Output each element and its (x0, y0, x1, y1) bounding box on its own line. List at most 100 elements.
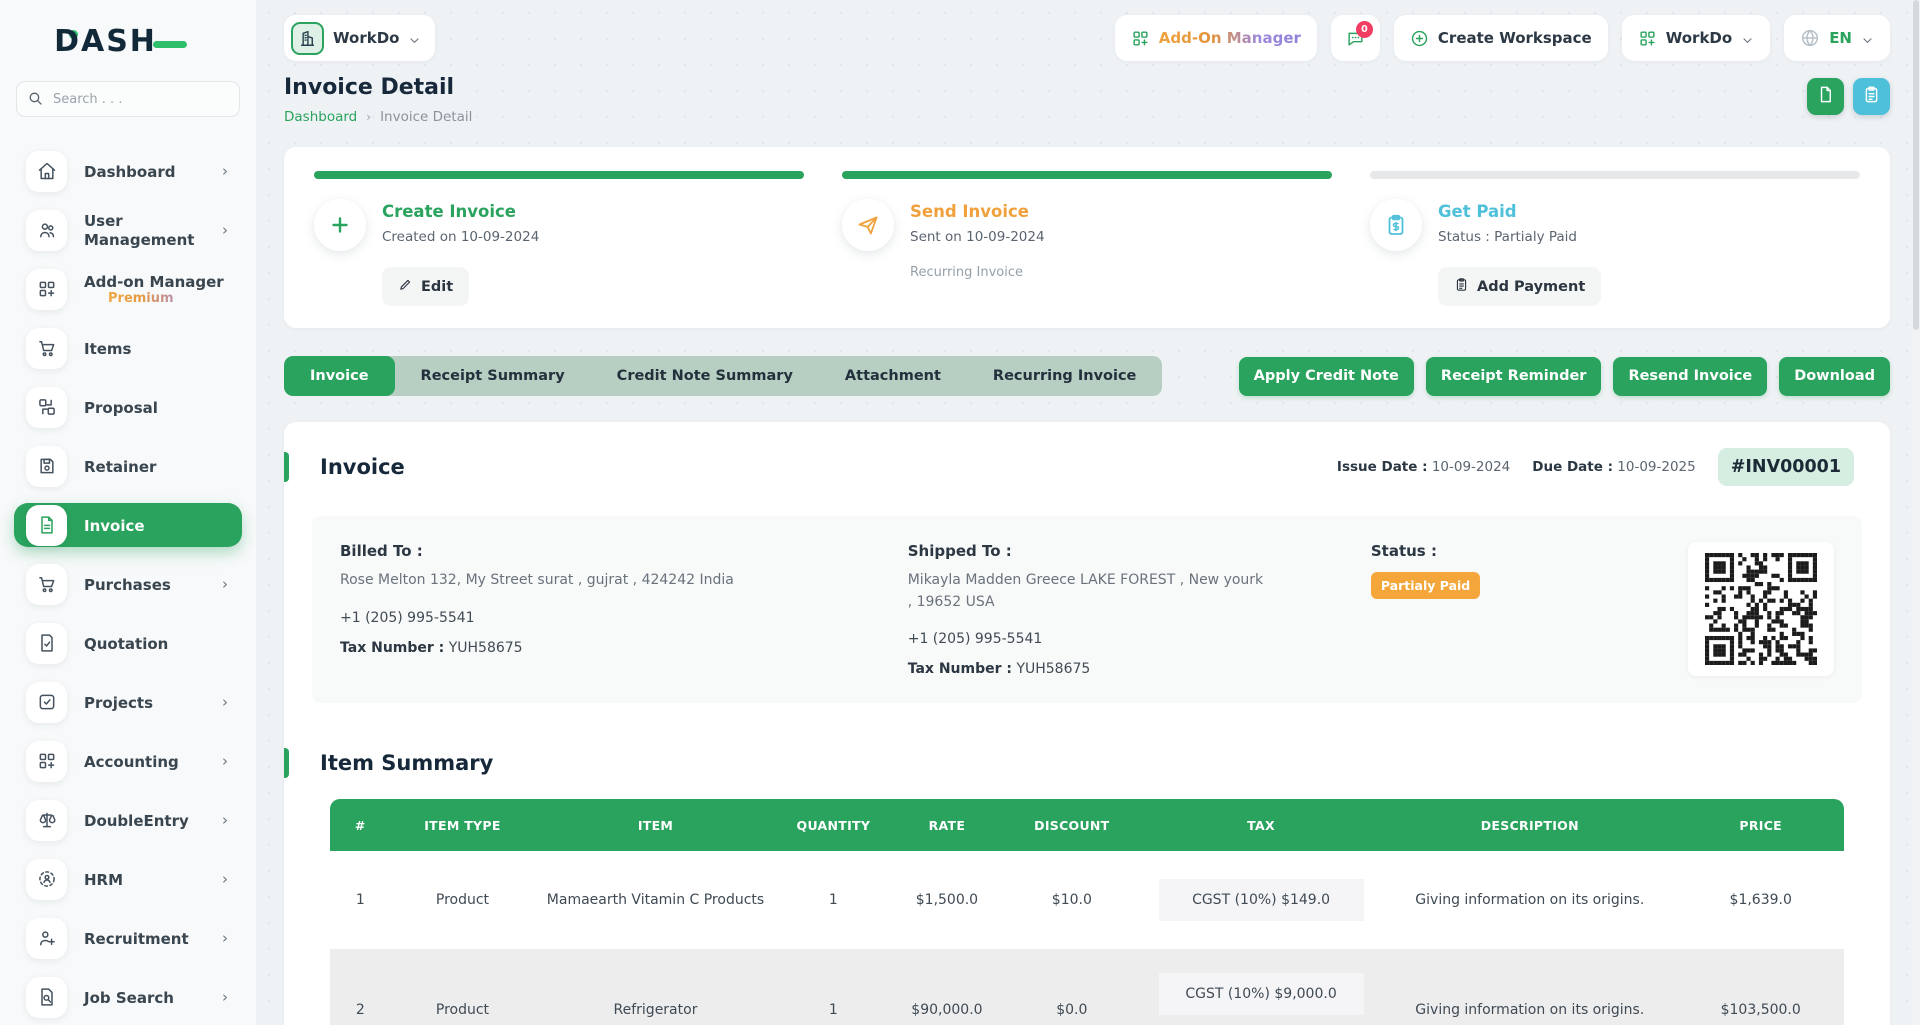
messages-button[interactable]: 0 (1331, 15, 1380, 61)
sidebar-item-label: Projects (84, 694, 153, 712)
table-cell: 2 (330, 949, 391, 1025)
table-cell: $90,000.0 (890, 949, 1004, 1025)
resend-invoice-button[interactable]: Resend Invoice (1613, 357, 1767, 396)
home-icon (26, 151, 67, 192)
sidebar-item-label: Proposal (84, 399, 158, 417)
building-icon (291, 22, 324, 55)
progress-bar (1370, 171, 1860, 179)
tab-receipt-summary[interactable]: Receipt Summary (395, 356, 591, 396)
table-cell: Mamaearth Vitamin C Products (534, 851, 776, 949)
sidebar-item-invoice[interactable]: Invoice (14, 503, 242, 547)
item-summary-table: #ITEM TYPEITEMQUANTITYRATEDISCOUNTTAXDES… (330, 799, 1844, 1025)
sidebar-item-label: Job Search (84, 989, 174, 1007)
shipped-tax-number: Tax Number : YUH58675 (908, 661, 1268, 677)
swap-icon (26, 387, 67, 428)
workdo-label: WorkDo (1666, 29, 1732, 47)
step-send-invoice: Send Invoice Sent on 10-09-2024 Recurrin… (842, 171, 1332, 306)
column-header: # (330, 799, 391, 851)
sidebar-item-add-on-manager[interactable]: Add-on ManagerPremium (14, 267, 242, 311)
tax-value: CGST (10%) $9,000.0 (1159, 973, 1364, 1015)
sidebar-item-recruitment[interactable]: Recruitment› (14, 916, 242, 960)
grid-plus-icon (1131, 29, 1150, 48)
table-cell: Product (391, 949, 535, 1025)
table-cell: CGST (10%) $9,000.0SGST (5%) $4,500.0 (1140, 949, 1382, 1025)
invoice-tabs: InvoiceReceipt SummaryCredit Note Summar… (284, 356, 1162, 396)
sidebar-item-accounting[interactable]: Accounting › (14, 739, 242, 783)
sidebar-item-quotation[interactable]: Quotation (14, 621, 242, 665)
cart-icon (26, 328, 67, 369)
receipt-reminder-button[interactable]: Receipt Reminder (1426, 357, 1602, 396)
grid-plus-icon (26, 269, 67, 310)
topbar: WorkDo Add-On Manager 0 Create Workspace… (284, 14, 1890, 62)
plus-circle-icon (1410, 29, 1429, 48)
progress-bar (314, 171, 804, 179)
sidebar-item-hrm[interactable]: HRM› (14, 857, 242, 901)
sidebar-item-job-search[interactable]: Job Search› (14, 975, 242, 1019)
tax-number-value: YUH58675 (449, 640, 523, 656)
download-button[interactable]: Download (1779, 357, 1890, 396)
chevron-right-icon: › (222, 693, 236, 711)
add-payment-button-label: Add Payment (1477, 279, 1585, 295)
table-cell: CGST (10%) $149.0 (1140, 851, 1382, 949)
item-summary-table-head: #ITEM TYPEITEMQUANTITYRATEDISCOUNTTAXDES… (330, 799, 1844, 851)
sidebar-item-proposal[interactable]: Proposal (14, 385, 242, 429)
table-cell: 1 (777, 851, 891, 949)
paper-plane-icon (842, 199, 894, 251)
step-subtitle: Status : Partialy Paid (1438, 229, 1577, 245)
tab-invoice[interactable]: Invoice (284, 356, 395, 396)
add-payment-button[interactable]: Add Payment (1438, 267, 1601, 306)
search-input[interactable] (16, 81, 240, 117)
export-file-button[interactable] (1807, 78, 1844, 115)
chevron-down-icon (1741, 32, 1754, 45)
workspace-switcher[interactable]: WorkDo (284, 15, 435, 61)
create-workspace-button[interactable]: Create Workspace (1394, 15, 1608, 61)
table-cell: Giving information on its origins. (1382, 949, 1677, 1025)
column-header: QUANTITY (777, 799, 891, 851)
column-header: RATE (890, 799, 1004, 851)
sidebar-item-user-management[interactable]: User Management› (14, 208, 242, 252)
sidebar-item-retainer[interactable]: Retainer (14, 444, 242, 488)
sidebar-item-label: Recruitment (84, 930, 189, 948)
sidebar-item-label: Items (84, 340, 131, 358)
step-title: Send Invoice (910, 202, 1045, 221)
sidebar-item-doubleentry[interactable]: DoubleEntry› (14, 798, 242, 842)
issue-date: Issue Date : 10-09-2024 (1337, 459, 1510, 475)
table-cell: 1 (330, 851, 391, 949)
page-title: Invoice Detail (284, 75, 472, 100)
step-subtitle: Sent on 10-09-2024 (910, 229, 1045, 245)
tab-attachment[interactable]: Attachment (819, 356, 967, 396)
language-dropdown[interactable]: EN (1784, 15, 1890, 61)
sidebar-item-label: Accounting (84, 753, 179, 771)
column-header: ITEM TYPE (391, 799, 535, 851)
apply-credit-note-button[interactable]: Apply Credit Note (1239, 357, 1414, 396)
tab-recurring-invoice[interactable]: Recurring Invoice (967, 356, 1162, 396)
duplicate-button[interactable] (1853, 78, 1890, 115)
sidebar-item-purchases[interactable]: Purchases› (14, 562, 242, 606)
addon-manager-button[interactable]: Add-On Manager (1115, 15, 1317, 61)
create-workspace-label: Create Workspace (1438, 29, 1592, 47)
chevron-down-icon (1861, 32, 1874, 45)
edit-invoice-button[interactable]: Edit (382, 267, 469, 306)
tab-credit-note-summary[interactable]: Credit Note Summary (591, 356, 819, 396)
invoice-qr-code (1688, 542, 1834, 676)
table-cell: $0.0 (1004, 949, 1140, 1025)
sidebar-item-items[interactable]: Items (14, 326, 242, 370)
table-cell: Product (391, 851, 535, 949)
invoice-section-title: Invoice (320, 455, 405, 479)
clipboard-dollar-icon (1370, 199, 1422, 251)
sidebar-item-label: Purchases (84, 576, 171, 594)
page-scrollbar[interactable] (1912, 0, 1920, 1025)
breadcrumb-dashboard-link[interactable]: Dashboard (284, 109, 357, 125)
section-accent-bar (284, 748, 289, 778)
floppy-icon (26, 446, 67, 487)
chevron-right-icon: › (222, 752, 236, 770)
table-cell: Refrigerator (534, 949, 776, 1025)
scrollbar-thumb[interactable] (1913, 0, 1919, 330)
step-subtitle: Created on 10-09-2024 (382, 229, 539, 245)
sidebar-item-dashboard[interactable]: Dashboard› (14, 149, 242, 193)
person-plus-icon (26, 918, 67, 959)
sidebar-item-projects[interactable]: Projects › (14, 680, 242, 724)
shipped-to-block: Shipped To : Mikayla Madden Greece LAKE … (908, 542, 1268, 677)
workdo-dropdown[interactable]: WorkDo (1622, 15, 1770, 61)
due-date: Due Date : 10-09-2025 (1532, 459, 1695, 475)
